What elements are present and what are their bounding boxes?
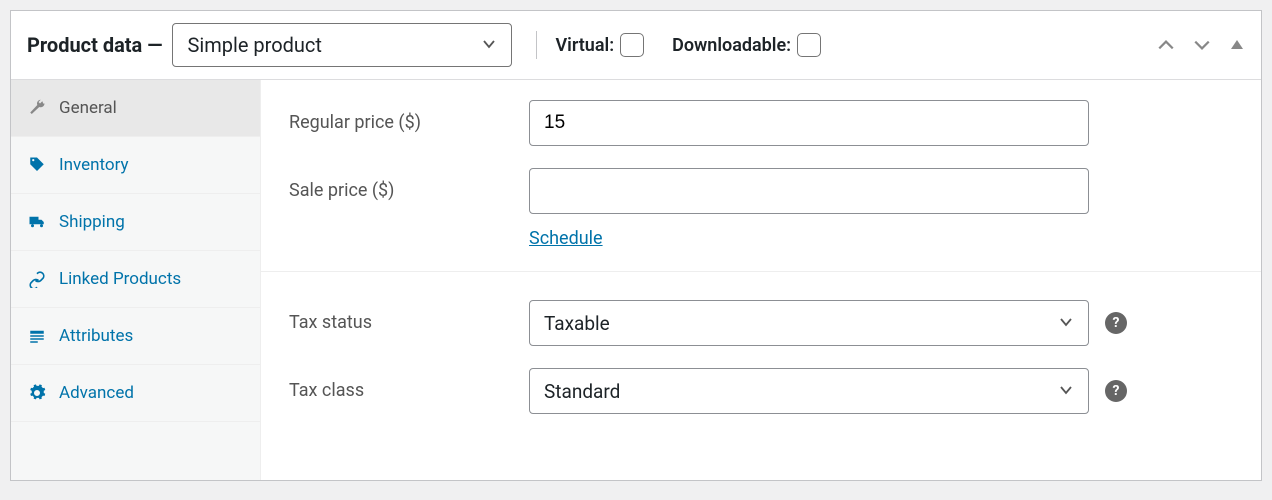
panel-header: Product data — Simple product Virtual: D… [11,11,1261,80]
tab-attributes[interactable]: Attributes [11,308,260,365]
header-controls [1157,36,1245,54]
virtual-label: Virtual: [555,35,614,56]
tab-label: General [59,98,117,118]
field-sale-price: Sale price ($) Schedule [289,168,1233,249]
regular-price-label: Regular price ($) [289,100,529,133]
gear-icon [27,383,47,403]
tab-content-general: Regular price ($) Sale price ($) Schedul… [261,80,1261,480]
panel-title: Product data — [27,33,162,57]
chevron-down-icon [1058,312,1074,335]
tag-icon [27,155,47,175]
sale-price-input[interactable] [529,168,1089,214]
tab-label: Advanced [59,383,134,403]
help-icon[interactable]: ? [1105,380,1127,402]
divider [261,271,1261,272]
product-data-panel: Product data — Simple product Virtual: D… [10,10,1262,481]
virtual-checkbox-wrap: Virtual: [555,33,644,57]
sidebar: General Inventory Shipping Linked Produc… [11,80,261,480]
link-icon [27,269,47,289]
tab-shipping[interactable]: Shipping [11,194,260,251]
tax-status-select[interactable]: Taxable [529,300,1089,346]
product-type-select[interactable]: Simple product [172,23,512,67]
virtual-checkbox[interactable] [620,33,644,57]
downloadable-checkbox-wrap: Downloadable: [672,33,821,57]
tax-class-label: Tax class [289,368,529,401]
field-tax-class: Tax class Standard ? [289,368,1233,414]
toggle-panel-icon[interactable] [1229,37,1245,53]
tab-label: Inventory [59,155,129,175]
tax-class-value: Standard [544,380,620,403]
downloadable-label: Downloadable: [672,35,791,56]
tab-label: Shipping [59,212,125,232]
truck-icon [27,212,47,232]
regular-price-input[interactable] [529,100,1089,146]
tab-linked-products[interactable]: Linked Products [11,251,260,308]
product-type-value: Simple product [187,33,321,57]
downloadable-checkbox[interactable] [797,33,821,57]
sale-price-label: Sale price ($) [289,168,529,201]
tab-label: Attributes [59,326,133,346]
wrench-icon [27,98,47,118]
field-regular-price: Regular price ($) [289,100,1233,146]
tax-class-select[interactable]: Standard [529,368,1089,414]
tab-label: Linked Products [59,269,181,289]
tab-inventory[interactable]: Inventory [11,137,260,194]
panel-body: General Inventory Shipping Linked Produc… [11,80,1261,480]
help-icon[interactable]: ? [1105,312,1127,334]
tab-general[interactable]: General [11,80,260,137]
chevron-down-icon [1058,380,1074,403]
tab-advanced[interactable]: Advanced [11,365,260,422]
tax-status-label: Tax status [289,300,529,333]
field-tax-status: Tax status Taxable ? [289,300,1233,346]
move-down-icon[interactable] [1193,36,1211,54]
chevron-down-icon [481,33,497,57]
schedule-link[interactable]: Schedule [529,228,603,249]
move-up-icon[interactable] [1157,36,1175,54]
divider [536,31,537,59]
tax-status-value: Taxable [544,312,610,335]
list-icon [27,326,47,346]
